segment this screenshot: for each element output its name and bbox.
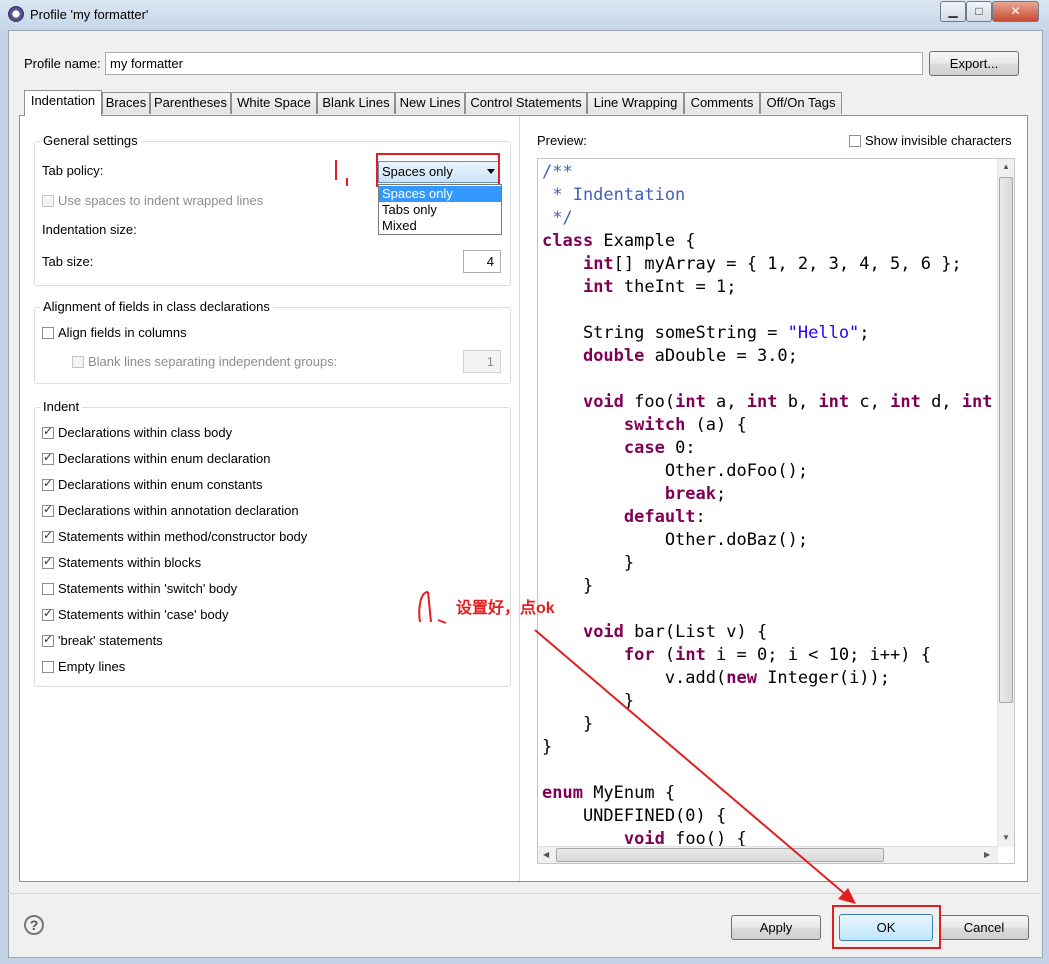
option-tabs-only[interactable]: Tabs only [379,202,501,218]
tab-indentation[interactable]: Indentation [24,90,102,116]
option-mixed[interactable]: Mixed [379,218,501,234]
tab-policy-dropdown: Spaces only Tabs only Mixed [378,184,502,235]
annotation-arrow [335,160,856,904]
option-spaces-only[interactable]: Spaces only [379,186,501,202]
dialog-window: Profile 'my formatter' ▁ □ ✕ Profile nam… [0,0,1049,964]
